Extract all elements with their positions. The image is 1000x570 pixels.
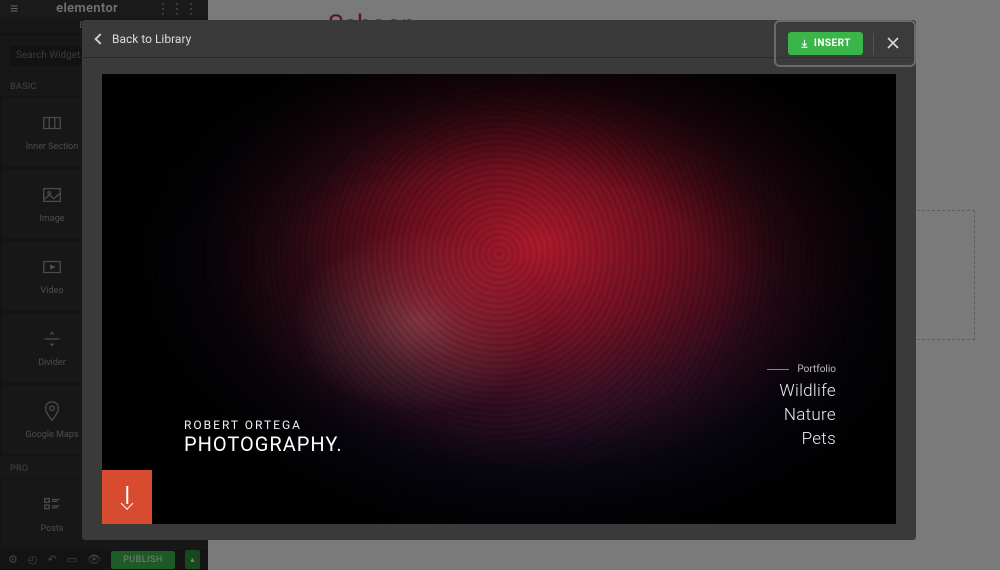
separator — [873, 33, 874, 55]
modal-body: ROBERT ORTEGA PHOTOGRAPHY. Portfolio Wil… — [82, 58, 916, 540]
library-modal-overlay: Back to Library ROBERT ORTEGA PHOTOGRAPH… — [0, 0, 1000, 570]
hero-main-title: PHOTOGRAPHY. — [184, 432, 343, 456]
portfolio-item[interactable]: Nature — [767, 405, 836, 425]
hero-subtitle: ROBERT ORTEGA — [184, 418, 343, 432]
insert-label: INSERT — [814, 38, 851, 49]
portfolio-label: Portfolio — [767, 364, 836, 375]
close-button[interactable] — [884, 34, 902, 53]
portfolio-menu: Portfolio Wildlife Nature Pets — [767, 364, 836, 449]
portfolio-item[interactable]: Pets — [767, 429, 836, 449]
scroll-down-button[interactable] — [102, 470, 152, 524]
modal-actions-highlight: INSERT — [774, 20, 916, 67]
arrow-down-icon — [120, 486, 134, 508]
chevron-left-icon — [94, 33, 105, 44]
library-modal: Back to Library ROBERT ORTEGA PHOTOGRAPH… — [82, 20, 916, 540]
insert-button[interactable]: INSERT — [788, 32, 863, 55]
back-label: Back to Library — [112, 32, 191, 46]
vignette — [102, 74, 896, 524]
hero-title-block: ROBERT ORTEGA PHOTOGRAPHY. — [184, 418, 343, 456]
back-to-library-button[interactable]: Back to Library — [96, 32, 191, 46]
template-preview: ROBERT ORTEGA PHOTOGRAPHY. Portfolio Wil… — [102, 74, 896, 524]
portfolio-item[interactable]: Wildlife — [767, 381, 836, 401]
portfolio-label-text: Portfolio — [797, 364, 836, 375]
decorative-line — [767, 369, 789, 370]
close-icon — [887, 37, 899, 49]
download-icon — [800, 39, 809, 48]
